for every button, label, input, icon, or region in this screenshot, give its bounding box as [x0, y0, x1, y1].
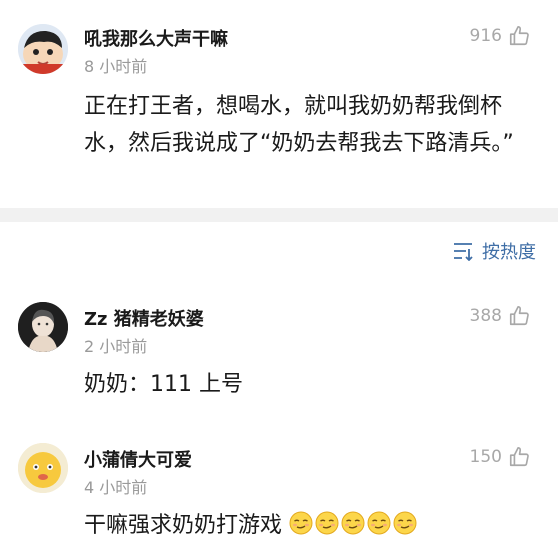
comment-time: 8 小时前 — [84, 57, 148, 76]
smirk-emoji-icon — [315, 511, 339, 535]
comment-author[interactable]: 小蒲倩大可爱 — [84, 446, 192, 472]
comment-text-row: 干嘛强求奶奶打游戏 — [84, 507, 534, 544]
sort-button[interactable]: 按热度 — [452, 238, 536, 264]
sort-label: 按热度 — [482, 242, 536, 263]
like-count: 916 — [469, 26, 502, 46]
like-button[interactable]: 388 — [470, 305, 530, 327]
smirk-emoji-icon — [341, 511, 365, 535]
section-divider — [0, 208, 558, 222]
thumbs-up-icon — [509, 26, 529, 46]
smirk-emoji-icon — [367, 511, 391, 535]
cartoon-boy-avatar-icon — [18, 24, 68, 74]
comment-text: 奶奶：111 上号 — [84, 372, 243, 397]
like-button[interactable]: 150 — [470, 446, 530, 468]
comment-author[interactable]: 吼我那么大声干嘛 — [84, 25, 228, 51]
yellow-emoji-avatar-icon — [18, 443, 68, 493]
avatar[interactable] — [18, 443, 68, 493]
emoji-row — [289, 511, 419, 538]
comment-author[interactable]: Zz 猪精老妖婆 — [84, 305, 204, 331]
like-count: 388 — [469, 306, 502, 326]
comment-text: 正在打王者，想喝水，就叫我奶奶帮我倒杯水，然后我说成了“奶奶去帮我去下路清兵。” — [84, 94, 514, 156]
thumbs-up-icon — [509, 447, 529, 467]
sort-icon — [454, 243, 473, 261]
sketch-girl-avatar-icon — [18, 302, 68, 352]
thumbs-up-icon — [509, 306, 529, 326]
smirk-emoji-icon — [289, 511, 313, 535]
comment-time: 4 小时前 — [84, 478, 148, 497]
comment-text: 干嘛强求奶奶打游戏 — [84, 513, 283, 538]
like-count: 150 — [469, 447, 502, 467]
comment-time: 2 小时前 — [84, 337, 148, 356]
smirk-emoji-icon — [393, 511, 417, 535]
avatar[interactable] — [18, 24, 68, 74]
avatar[interactable] — [18, 302, 68, 352]
like-button[interactable]: 916 — [470, 25, 530, 47]
